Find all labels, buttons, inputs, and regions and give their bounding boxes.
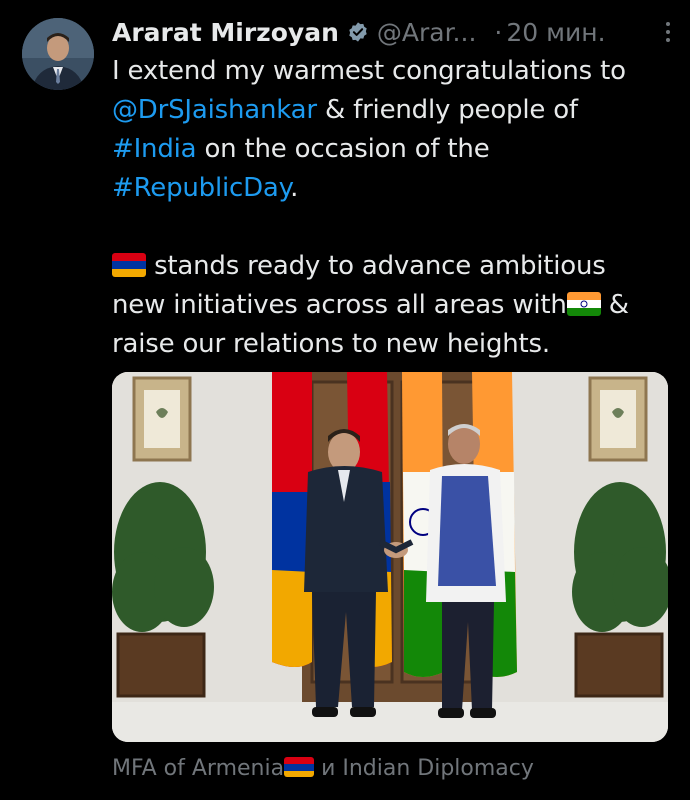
armenia-flag-icon — [112, 253, 146, 277]
tweet-line-7: raise our relations to new heights. — [112, 329, 550, 359]
india-flag-icon — [566, 292, 601, 316]
author-avatar[interactable] — [22, 18, 94, 90]
hashtag-india-link[interactable]: #India — [112, 134, 197, 164]
caption-source-2: и Indian Diplomacy — [314, 756, 534, 781]
tweet-line-1: I extend my warmest congratulations to — [112, 56, 626, 86]
tweet-line-6-text: new initiatives across all areas with — [112, 290, 567, 320]
author-name[interactable]: Ararat Mirzoyan — [112, 18, 339, 47]
tweet-line-3: #India on the occasion of the — [112, 130, 672, 169]
caption-armenia-flag-icon — [284, 757, 315, 777]
tweet-photo[interactable] — [112, 372, 668, 742]
tweet-header: Ararat Mirzoyan @Arar... · 20 мин. — [112, 12, 670, 52]
verified-badge-icon — [347, 21, 369, 43]
tweet-line-2: @DrSJaishankar & friendly people of — [112, 91, 672, 130]
tweet-line-6-end: & — [600, 290, 629, 320]
tweet-line-6: new initiatives across all areas with & — [112, 286, 672, 325]
tweet-text: I extend my warmest congratulations to @… — [112, 52, 672, 364]
tweet-line-4: #RepublicDay. — [112, 169, 672, 208]
tweet-line-3-text: on the occasion of the — [196, 134, 490, 164]
time-separator: · — [494, 17, 503, 47]
tweet-time[interactable]: 20 мин. — [506, 18, 605, 47]
tweet-line-5-text: stands ready to advance ambitious — [146, 251, 606, 281]
tweet-line-2-text: & friendly people of — [316, 95, 578, 125]
tweet-line-5: stands ready to advance ambitious — [112, 247, 672, 286]
photo-caption[interactable]: MFA of Armenia и Indian Diplomacy — [112, 756, 670, 781]
author-handle[interactable]: @Arar... — [377, 18, 477, 47]
hashtag-republicday-link[interactable]: #RepublicDay — [112, 173, 290, 203]
more-options-icon[interactable] — [666, 22, 670, 42]
caption-source-1: MFA of Armenia — [112, 756, 285, 781]
mention-link[interactable]: @DrSJaishankar — [112, 95, 317, 125]
tweet-period: . — [290, 173, 299, 203]
